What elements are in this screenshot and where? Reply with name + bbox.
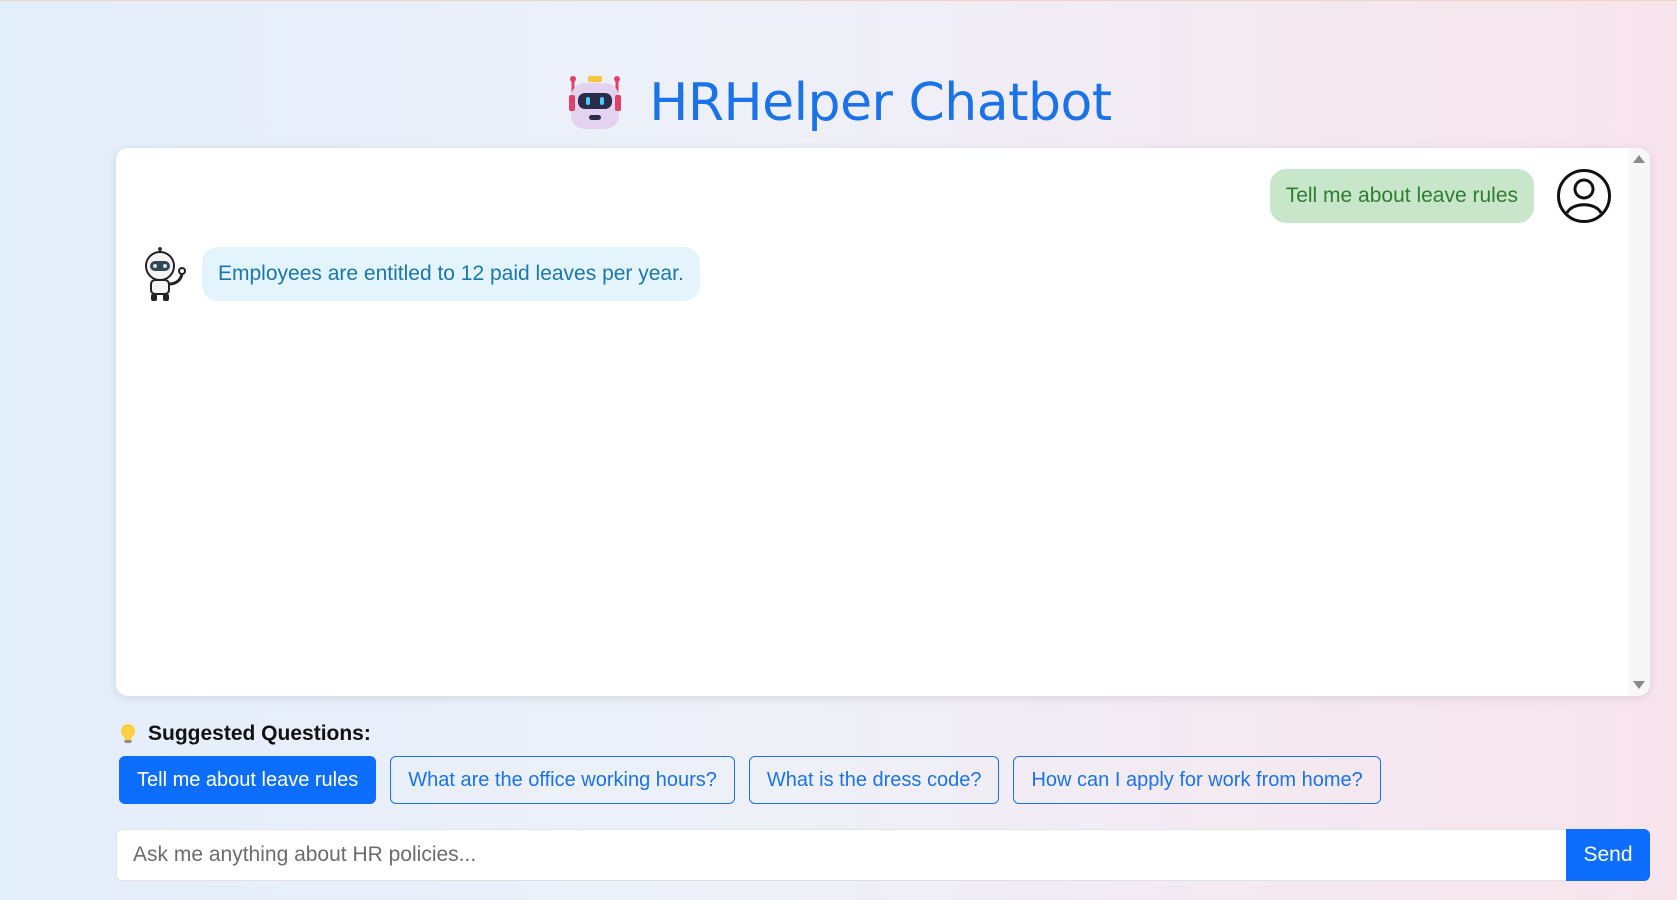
bot-message-text: Employees are entitled to 12 paid leaves… bbox=[218, 262, 684, 285]
page-header: HRHelper Chatbot bbox=[0, 73, 1677, 133]
page-title: HRHelper Chatbot bbox=[649, 73, 1112, 133]
lightbulb-icon bbox=[121, 724, 135, 743]
message-input[interactable] bbox=[116, 829, 1566, 881]
suggestion-dress-code-button[interactable]: What is the dress code? bbox=[748, 756, 1000, 804]
scroll-down-arrow-icon[interactable] bbox=[1633, 681, 1645, 689]
send-button[interactable]: Send bbox=[1566, 829, 1650, 881]
user-circle-icon bbox=[1557, 169, 1611, 223]
suggestion-leave-rules-button[interactable]: Tell me about leave rules bbox=[119, 756, 377, 804]
suggestion-working-hours-button[interactable]: What are the office working hours? bbox=[390, 756, 735, 804]
bot-avatar-icon bbox=[145, 247, 186, 301]
suggestion-work-from-home-button[interactable]: How can I apply for work from home? bbox=[1013, 756, 1381, 804]
suggested-questions-heading: Suggested Questions: bbox=[118, 722, 371, 746]
user-message-text: Tell me about leave rules bbox=[1285, 184, 1518, 207]
robot-icon bbox=[569, 76, 622, 129]
suggested-questions-label: Suggested Questions: bbox=[148, 722, 371, 745]
bot-message: Employees are entitled to 12 paid leaves… bbox=[202, 247, 700, 301]
message-composer: Send bbox=[116, 829, 1650, 881]
suggested-questions-list: Tell me about leave rules What are the o… bbox=[119, 756, 1381, 804]
chat-scrollbar[interactable] bbox=[1628, 148, 1650, 696]
scroll-up-arrow-icon[interactable] bbox=[1633, 155, 1645, 163]
user-message: Tell me about leave rules bbox=[1269, 169, 1534, 223]
chat-window[interactable]: Tell me about leave rules Employees are … bbox=[116, 148, 1650, 696]
